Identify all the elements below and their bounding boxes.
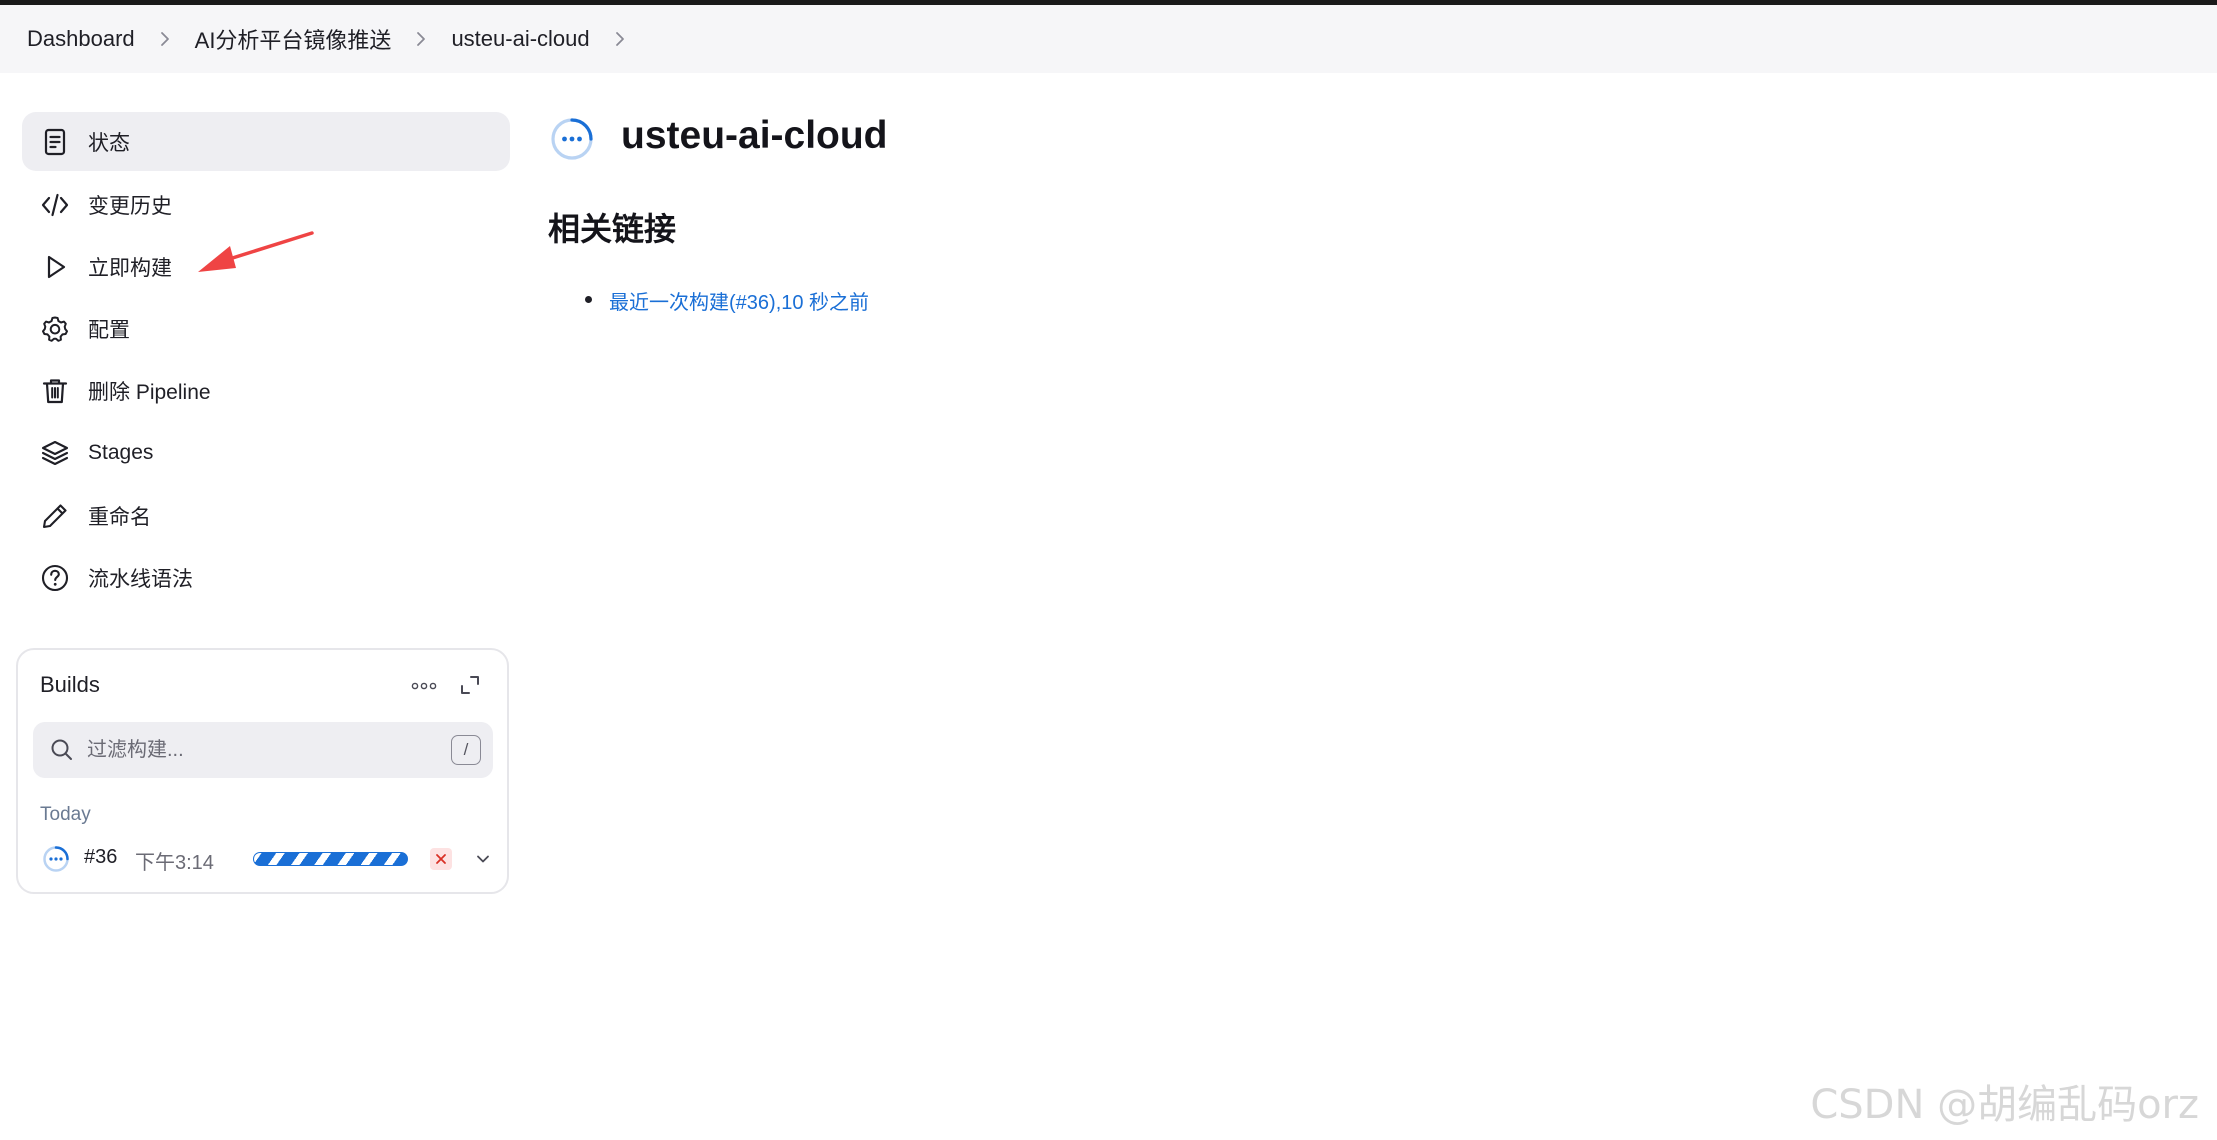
sidebar-item-label: 删除 Pipeline: [88, 380, 211, 404]
sidebar-item-changes[interactable]: 变更历史: [22, 175, 510, 234]
sidebar-item-configure[interactable]: 配置: [22, 299, 510, 358]
breadcrumb: Dashboard AI分析平台镜像推送 usteu-ai-cloud: [0, 5, 2217, 73]
help-icon: [39, 562, 71, 594]
annotation-arrow: [198, 231, 314, 272]
chevron-down-icon[interactable]: [475, 851, 491, 867]
build-group-label: Today: [40, 804, 91, 825]
more-options-icon[interactable]: [410, 676, 438, 696]
sidebar-item-pipeline-syntax[interactable]: 流水线语法: [22, 548, 510, 607]
build-progress-bar: [253, 852, 408, 866]
build-filter: /: [33, 722, 493, 778]
sidebar-item-label: 配置: [88, 318, 130, 342]
chevron-right-icon[interactable]: [157, 31, 173, 47]
sidebar-item-delete-pipeline[interactable]: 删除 Pipeline: [22, 361, 510, 420]
last-build-link[interactable]: 最近一次构建(#36),10 秒之前: [609, 286, 869, 315]
layers-icon: [39, 437, 71, 469]
build-row[interactable]: #36 下午3:14: [28, 838, 498, 878]
build-time: 下午3:14: [135, 852, 214, 874]
code-icon: [39, 189, 71, 221]
expand-icon[interactable]: [459, 674, 481, 696]
in-progress-icon: [43, 846, 69, 872]
sidebar-item-label: Stages: [88, 440, 154, 464]
job-status-icon: [551, 118, 593, 160]
breadcrumb-dashboard[interactable]: Dashboard: [27, 26, 135, 52]
sidebar-item-label: 重命名: [88, 505, 151, 529]
watermark: CSDN @胡编乱码orz: [1810, 1082, 2199, 1128]
chevron-right-icon[interactable]: [413, 31, 429, 47]
trash-icon: [39, 375, 71, 407]
close-icon: [436, 854, 446, 864]
sidebar-item-label: 立即构建: [88, 256, 172, 280]
builds-panel: Builds / Today #36 下午3:14: [16, 648, 509, 894]
breadcrumb-folder[interactable]: AI分析平台镜像推送: [195, 23, 392, 55]
keyboard-shortcut-hint: /: [451, 735, 481, 765]
sidebar-item-rename[interactable]: 重命名: [22, 486, 510, 545]
sidebar-item-stages[interactable]: Stages: [22, 423, 510, 482]
list-bullet: [585, 296, 592, 303]
sidebar-item-label: 流水线语法: [88, 567, 193, 591]
abort-build-button[interactable]: [430, 848, 452, 870]
sidebar-item-status[interactable]: 状态: [22, 112, 510, 171]
builds-title: Builds: [40, 672, 100, 697]
sidebar-item-label: 变更历史: [88, 194, 172, 218]
search-icon: [49, 737, 75, 763]
play-icon: [39, 251, 71, 283]
sidebar-item-label: 状态: [88, 131, 130, 155]
gear-icon: [39, 313, 71, 345]
document-icon: [39, 126, 71, 158]
related-links-heading: 相关链接: [548, 211, 677, 247]
breadcrumb-job[interactable]: usteu-ai-cloud: [451, 26, 589, 52]
chevron-right-icon[interactable]: [612, 31, 628, 47]
build-filter-input[interactable]: [85, 737, 429, 763]
page-title: usteu-ai-cloud: [621, 114, 888, 157]
pencil-icon: [39, 500, 71, 532]
build-number[interactable]: #36: [84, 846, 117, 869]
